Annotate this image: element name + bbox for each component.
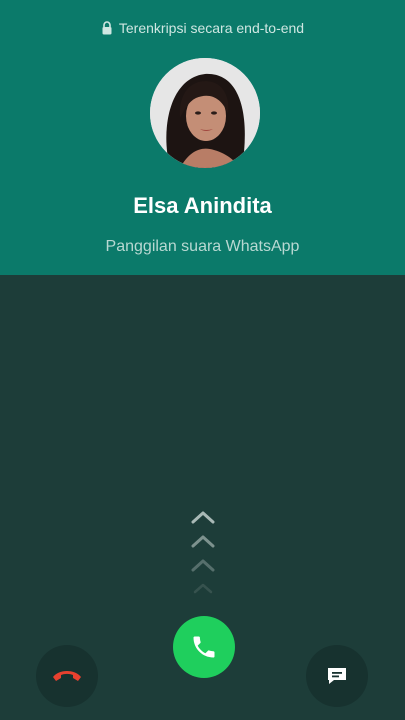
decline-call-button[interactable] [36,645,98,707]
encryption-text: Terenkripsi secara end-to-end [118,20,305,36]
chevron-up-icon [191,559,215,572]
caller-name: Elsa Anindita [133,193,272,218]
reply-message-button[interactable] [306,645,368,707]
phone-hangup-icon [53,671,81,681]
swipe-up-hint [191,511,215,594]
chevron-up-icon [191,535,215,548]
accept-call-button[interactable] [173,616,235,678]
phone-icon [193,636,215,658]
chevron-up-icon [193,583,213,594]
lock-icon [102,21,112,35]
call-type-label: Panggilan suara WhatsApp [105,238,300,255]
chevron-up-icon [191,511,215,524]
message-icon [328,668,346,684]
avatar [150,58,260,168]
incoming-call-screen: Terenkripsi secara end-to-end Elsa Anind… [0,0,405,720]
avatar-photo [150,58,260,168]
encryption-notice: Terenkripsi secara end-to-end [0,20,405,36]
call-header: Terenkripsi secara end-to-end Elsa Anind… [0,0,405,275]
